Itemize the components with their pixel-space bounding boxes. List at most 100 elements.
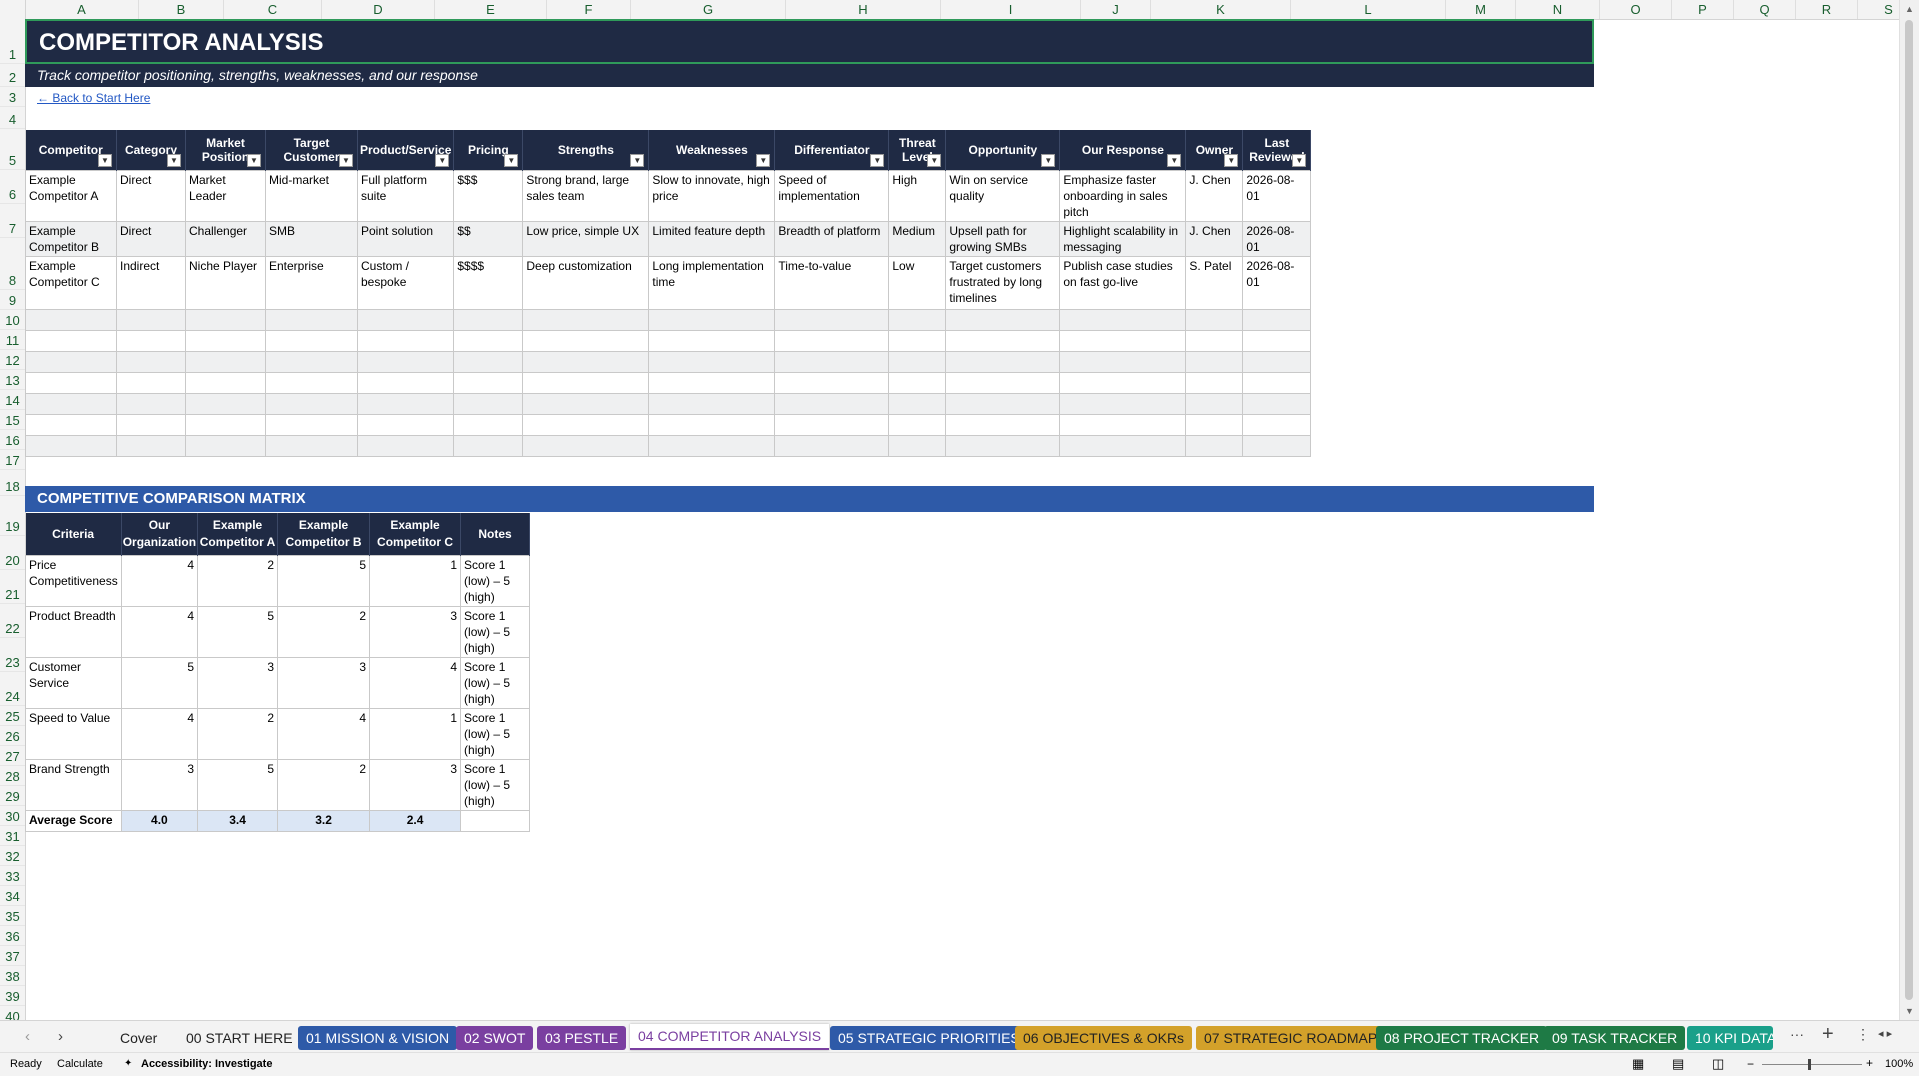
subtitle-banner[interactable]: Track competitor positioning, strengths,… [25,64,1594,87]
table-cell[interactable]: Speed of implementation [774,170,890,222]
row-header-32[interactable]: 32 [0,846,25,866]
sheet-tab[interactable]: 03 PESTLE [537,1026,627,1050]
table-cell[interactable]: Enterprise [265,256,358,310]
empty-cell[interactable] [1059,414,1187,436]
empty-cell[interactable] [453,393,524,415]
empty-cell[interactable] [1185,372,1244,394]
accessibility-status[interactable]: Accessibility: Investigate [141,1058,272,1070]
table-cell[interactable]: Niche Player [185,256,266,310]
criteria-cell[interactable]: Product Breadth [25,606,122,658]
row-header-33[interactable]: 33 [0,866,25,886]
sheet-tab[interactable]: Cover [112,1026,165,1050]
score-cell[interactable]: 4 [120,555,199,607]
column-header-p[interactable]: P [1672,0,1734,19]
table-cell[interactable]: SMB [265,221,358,257]
column-header-q[interactable]: Q [1734,0,1796,19]
header-cell[interactable]: Threat Level ▼ [888,130,947,171]
table-cell[interactable]: J. Chen [1185,170,1244,222]
column-header-c[interactable]: C [224,0,322,19]
matrix-section-banner[interactable]: COMPETITIVE COMPARISON MATRIX [25,486,1594,512]
score-cell[interactable]: 3 [197,657,279,709]
table-cell[interactable]: Upsell path for growing SMBs [945,221,1061,257]
row-header-4[interactable]: 4 [0,107,25,129]
empty-cell[interactable] [265,435,358,457]
score-cell[interactable]: 2 [197,708,279,760]
score-cell[interactable]: 3 [120,759,199,811]
scroll-down-icon[interactable]: ▼ [1900,1004,1919,1018]
empty-cell[interactable] [888,435,947,457]
row-header-18[interactable]: 18 [0,470,25,496]
score-cell[interactable]: 3 [369,606,462,658]
empty-cell[interactable] [453,330,524,352]
matrix-header-cell[interactable]: Notes [460,513,531,556]
table-cell[interactable]: Target customers frustrated by long time… [945,256,1061,310]
matrix-header-cell[interactable]: Example Competitor B [277,513,371,556]
empty-cell[interactable] [774,414,890,436]
empty-cell[interactable] [1242,414,1312,436]
score-cell[interactable]: 1 [369,555,462,607]
page-break-icon[interactable]: ◫ [1712,1056,1724,1072]
score-cell[interactable]: 4 [120,708,199,760]
row-header-20[interactable]: 20 [0,536,25,570]
sheet-tab[interactable]: 10 KPI DATA [1687,1026,1773,1050]
empty-cell[interactable] [116,372,186,394]
table-cell[interactable]: Example Competitor A [25,170,117,222]
empty-cell[interactable] [265,330,358,352]
notes-cell[interactable]: Score 1 (low) – 5 (high) [460,606,531,658]
empty-cell[interactable] [185,330,266,352]
filter-dropdown-icon[interactable]: ▼ [1224,154,1239,167]
table-cell[interactable]: Limited feature depth [648,221,776,257]
filter-dropdown-icon[interactable]: ▼ [504,154,519,167]
sheet-tab[interactable]: 05 STRATEGIC PRIORITIES [830,1026,1028,1050]
sheet-tab[interactable]: 02 SWOT [456,1026,534,1050]
empty-cell[interactable] [522,330,650,352]
table-cell[interactable]: Example Competitor C [25,256,117,310]
empty-cell[interactable] [648,393,776,415]
scrollbar-thumb[interactable] [1905,20,1913,1000]
header-cell[interactable]: Weaknesses ▼ [648,130,776,171]
sheet-options-icon[interactable]: ⋮ [1856,1026,1870,1043]
row-header-14[interactable]: 14 [0,390,25,410]
table-cell[interactable]: Low [888,256,947,310]
criteria-cell[interactable]: Brand Strength [25,759,122,811]
row-header-37[interactable]: 37 [0,946,25,966]
page-layout-icon[interactable]: ▤ [1672,1056,1684,1072]
row-header-35[interactable]: 35 [0,906,25,926]
empty-cell[interactable] [1185,330,1244,352]
notes-cell[interactable]: Score 1 (low) – 5 (high) [460,708,531,760]
column-header-o[interactable]: O [1600,0,1672,19]
header-cell[interactable]: Market Position ▼ [185,130,266,171]
empty-cell[interactable] [356,435,455,457]
empty-cell[interactable] [522,414,650,436]
empty-cell[interactable] [356,309,455,331]
vertical-scrollbar[interactable]: ▲ ▼ [1899,0,1919,1020]
empty-cell[interactable] [888,414,947,436]
empty-cell[interactable] [945,435,1061,457]
empty-cell[interactable] [356,414,455,436]
empty-cell[interactable] [1242,393,1312,415]
table-cell[interactable]: Challenger [185,221,266,257]
row-header-9[interactable]: 9 [0,290,25,310]
row-header-24[interactable]: 24 [0,672,25,706]
column-header-j[interactable]: J [1081,0,1151,19]
table-cell[interactable]: Publish case studies on fast go-live [1059,256,1187,310]
empty-cell[interactable] [888,393,947,415]
empty-cell[interactable] [774,351,890,373]
criteria-cell[interactable]: Speed to Value [25,708,122,760]
row-header-16[interactable]: 16 [0,430,25,450]
empty-cell[interactable] [774,309,890,331]
filter-dropdown-icon[interactable]: ▼ [167,154,181,167]
scroll-up-icon[interactable]: ▲ [1900,2,1919,16]
score-cell[interactable]: 2 [197,555,279,607]
empty-cell[interactable] [1185,414,1244,436]
row-header-3[interactable]: 3 [0,87,25,107]
empty-cell[interactable] [1059,435,1187,457]
score-cell[interactable]: 3 [369,759,462,811]
header-cell[interactable]: Opportunity ▼ [945,130,1061,171]
table-cell[interactable]: Deep customization [522,256,650,310]
empty-cell[interactable] [453,309,524,331]
empty-cell[interactable] [1059,351,1187,373]
row-header-27[interactable]: 27 [0,746,25,766]
table-cell[interactable]: Medium [888,221,947,257]
score-cell[interactable]: 2 [277,759,371,811]
